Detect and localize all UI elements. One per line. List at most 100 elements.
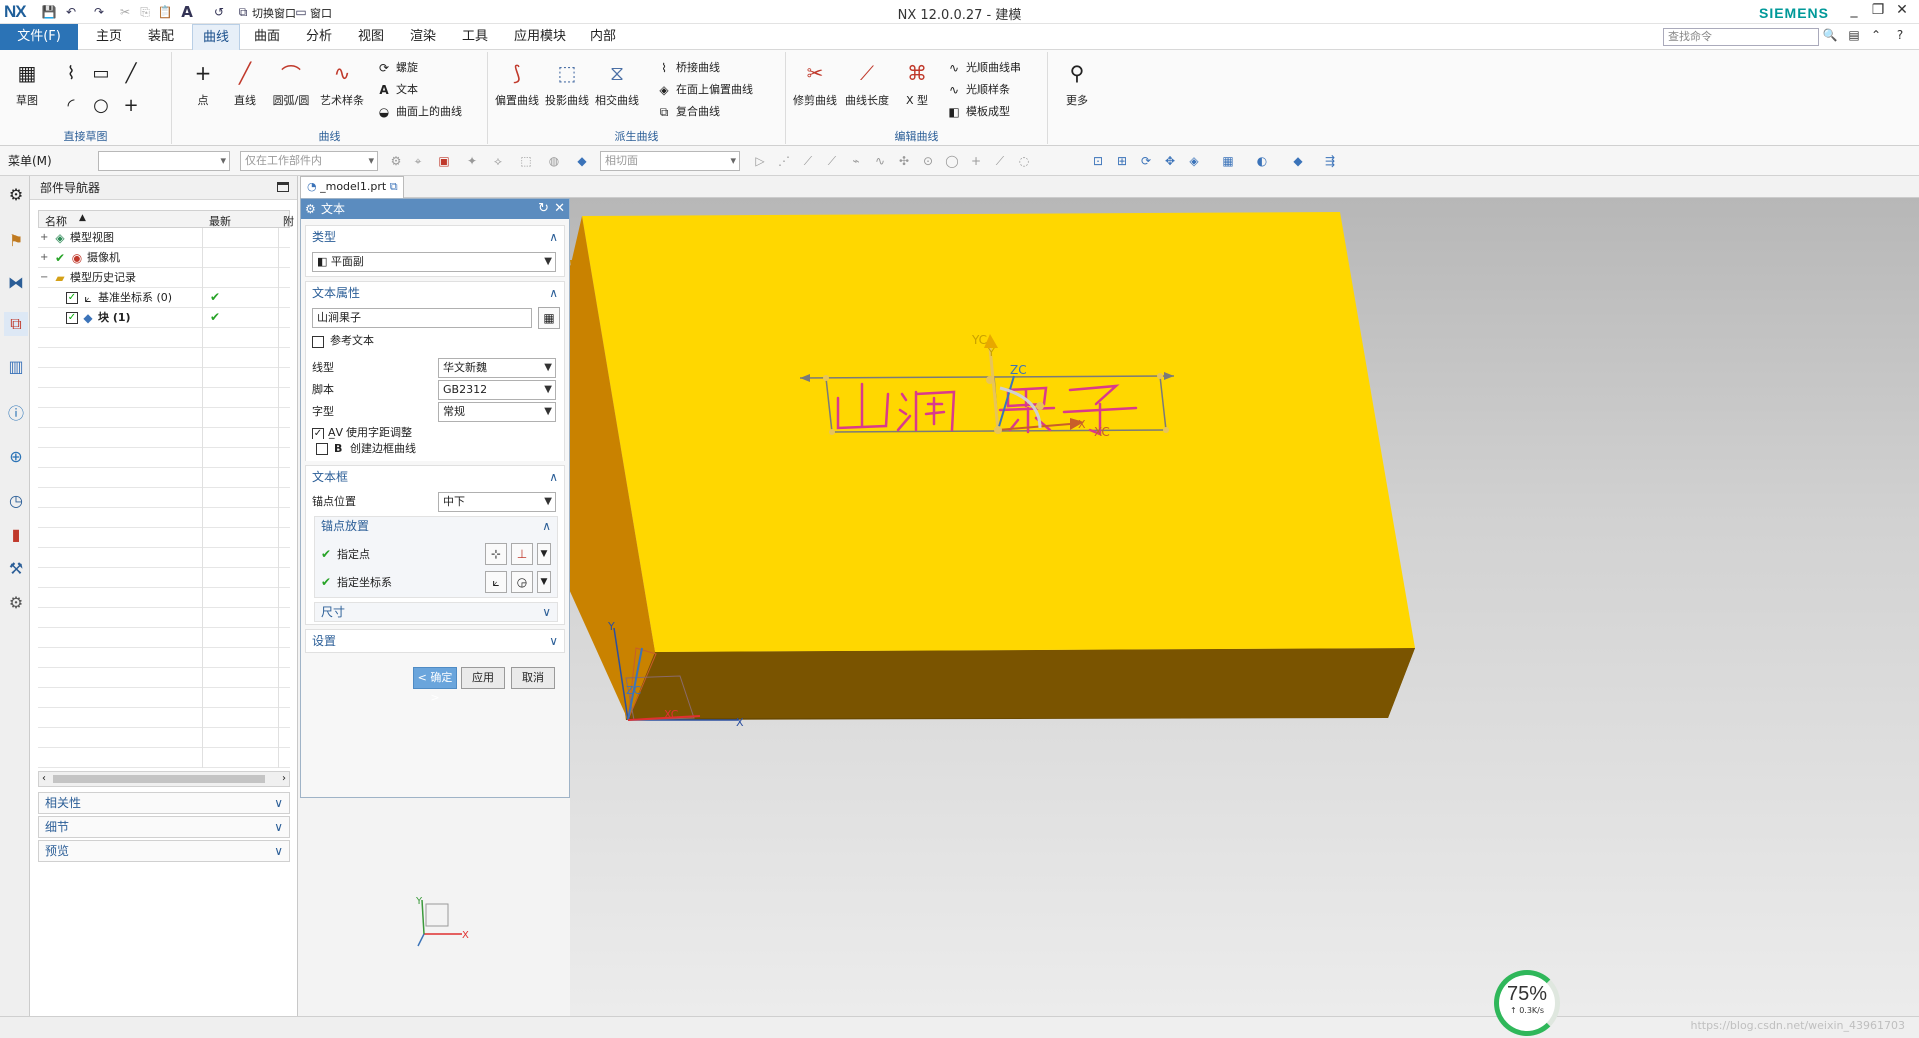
- column-latest[interactable]: 最新: [209, 213, 231, 229]
- performance-meter[interactable]: 75% ↑ 0.3K/s: [1494, 970, 1560, 1036]
- minimize-button[interactable]: _: [1843, 2, 1865, 22]
- column-extra[interactable]: 附: [283, 213, 294, 229]
- graphics-window[interactable]: YC Y ZC X XC ZC XC X Y: [570, 198, 1919, 1016]
- smooth-spline-button[interactable]: ∿ 光顺样条: [946, 80, 1010, 100]
- dynamic-csys-icon[interactable]: ◶: [511, 571, 533, 593]
- layer-icon[interactable]: ⇶: [1322, 153, 1338, 169]
- studio-spline-button[interactable]: ∿ 艺术样条: [314, 56, 370, 116]
- tree-row-model-views[interactable]: + ◈ 模型视图: [40, 228, 114, 248]
- sketch-button[interactable]: ▦ 草图: [4, 56, 50, 116]
- ok-button[interactable]: < 确定 >: [413, 667, 457, 704]
- tab-analysis[interactable]: 分析: [296, 24, 342, 50]
- offset-on-face-button[interactable]: ◈ 在面上偏置曲线: [656, 80, 753, 100]
- tab-model1[interactable]: ◔ _model1.prt ⧉ ✕: [300, 176, 404, 213]
- section-header[interactable]: 文本框 ∧: [306, 466, 564, 488]
- snap-end-icon[interactable]: ⋰: [776, 153, 792, 169]
- close-button[interactable]: ✕: [1891, 2, 1913, 22]
- reuse-library-icon[interactable]: ▥: [4, 354, 28, 378]
- subsection-header[interactable]: 锚点放置 ∧: [315, 517, 557, 535]
- reference-text-checkbox[interactable]: [312, 336, 324, 348]
- general-selection-icon[interactable]: ▣: [436, 153, 452, 169]
- tab-assembly[interactable]: 装配: [138, 24, 184, 50]
- dialog-close-icon[interactable]: ✕: [554, 199, 565, 219]
- body-icon[interactable]: ◆: [574, 153, 590, 169]
- rectangle-icon[interactable]: ▭: [88, 60, 114, 86]
- linetype-dropdown[interactable]: 华文新魏 ▼: [438, 358, 556, 378]
- snap-face-dropdown[interactable]: 相切面: [600, 151, 740, 171]
- snap-curve-icon[interactable]: ∿: [872, 153, 888, 169]
- curve-on-surface-button[interactable]: ◒ 曲面上的曲线: [376, 102, 462, 122]
- type-filter-dropdown[interactable]: [98, 151, 230, 171]
- cancel-button[interactable]: 取消: [511, 667, 555, 689]
- assembly-navigator-icon[interactable]: ⚑: [4, 228, 28, 252]
- sort-asc-icon[interactable]: ▲: [79, 213, 86, 223]
- tree-row-datum-csys[interactable]: ✓ ⟀ 基准坐标系 (0): [66, 288, 172, 308]
- snap-arrow-icon[interactable]: ▷: [752, 153, 768, 169]
- tab-home[interactable]: 主页: [86, 24, 132, 50]
- sketch-point-icon[interactable]: +: [118, 92, 144, 118]
- selection-scope-dropdown[interactable]: 仅在工作部件内: [240, 151, 378, 171]
- dialog-title-bar[interactable]: ⚙ 文本 ↻ ✕: [301, 199, 569, 219]
- snap-point-icon[interactable]: +: [968, 153, 984, 169]
- panel-details[interactable]: 细节 ∨: [38, 816, 290, 838]
- feature-icon[interactable]: ⟡: [490, 153, 506, 169]
- box-select-icon[interactable]: ⬚: [518, 153, 534, 169]
- viewport-canvas[interactable]: YC Y ZC X XC ZC XC X Y: [570, 198, 1919, 1016]
- offset-curve-button[interactable]: ⟆ 偏置曲线: [494, 56, 540, 116]
- snap-face-icon[interactable]: ◌: [1016, 153, 1032, 169]
- panel-preview[interactable]: 预览 ∨: [38, 840, 290, 862]
- system-materials-icon[interactable]: ▮: [4, 522, 28, 546]
- point-dialog-icon[interactable]: ⊹: [485, 543, 507, 565]
- scroll-right-icon[interactable]: ›: [282, 772, 286, 786]
- template-shape-button[interactable]: ◧ 模板成型: [946, 102, 1010, 122]
- view-orient-icon[interactable]: ◈: [1186, 153, 1202, 169]
- section-settings[interactable]: 设置 ∨: [305, 629, 565, 653]
- web-browser-icon[interactable]: ⊕: [4, 444, 28, 468]
- history-icon[interactable]: ◷: [4, 488, 28, 512]
- csys-dialog-icon[interactable]: ⟀: [485, 571, 507, 593]
- text-button[interactable]: A 文本: [376, 80, 418, 100]
- point-options-icon[interactable]: ▼: [537, 543, 551, 565]
- project-curve-button[interactable]: ⬚ 投影曲线: [544, 56, 590, 116]
- visibility-checkbox[interactable]: ✓: [66, 312, 78, 324]
- snap-quadrant-icon[interactable]: ◯: [944, 153, 960, 169]
- select-intent-icon[interactable]: ✦: [464, 153, 480, 169]
- tab-curve[interactable]: 曲线: [192, 24, 241, 50]
- tab-application[interactable]: 应用模块: [504, 24, 576, 50]
- helix-button[interactable]: ⟳ 螺旋: [376, 58, 418, 78]
- profile-icon[interactable]: ⌇: [58, 60, 84, 86]
- select-all-icon[interactable]: ⌖: [410, 153, 426, 169]
- main-menu-button[interactable]: 菜单(M): [8, 152, 52, 169]
- tree-row-cameras[interactable]: + ✔ ◉ 摄像机: [40, 248, 120, 268]
- bridge-curve-button[interactable]: ⌇ 桥接曲线: [656, 58, 720, 78]
- tab-view[interactable]: 视图: [348, 24, 394, 50]
- maximize-icon[interactable]: [277, 182, 289, 192]
- trim-curve-button[interactable]: ✂ 修剪曲线: [792, 56, 838, 116]
- tab-surface[interactable]: 曲面: [244, 24, 290, 50]
- line-button[interactable]: ╱ 直线: [222, 56, 268, 116]
- more-button[interactable]: ⚲ 更多: [1054, 56, 1100, 116]
- composite-curve-button[interactable]: ⧉ 复合曲线: [656, 102, 720, 122]
- point-button[interactable]: + 点: [180, 56, 226, 116]
- constraint-navigator-icon[interactable]: ⧓: [4, 270, 28, 294]
- pan-icon[interactable]: ✥: [1162, 153, 1178, 169]
- tab-render[interactable]: 渲染: [400, 24, 446, 50]
- face-icon[interactable]: ◍: [546, 153, 562, 169]
- expand-icon[interactable]: +: [40, 248, 50, 268]
- snap-point-on-curve-icon[interactable]: ⟋: [992, 153, 1008, 169]
- column-name[interactable]: 名称: [45, 213, 67, 229]
- csys-options-icon[interactable]: ▼: [537, 571, 551, 593]
- help-icon[interactable]: ?: [1891, 28, 1909, 46]
- sketch-line-icon[interactable]: ╱: [118, 60, 144, 86]
- text-input[interactable]: 山涧果子: [312, 308, 532, 328]
- panel-dependencies[interactable]: 相关性 ∨: [38, 792, 290, 814]
- visibility-checkbox[interactable]: ✓: [66, 292, 78, 304]
- scroll-thumb[interactable]: [53, 775, 265, 783]
- section-header[interactable]: 设置 ∨: [306, 630, 564, 652]
- anchor-dropdown[interactable]: 中下 ▼: [438, 492, 556, 512]
- arc-circle-button[interactable]: ⌒ 圆弧/圆: [268, 56, 314, 116]
- scroll-left-icon[interactable]: ‹: [42, 772, 46, 786]
- roles-icon[interactable]: ⚙: [4, 590, 28, 614]
- visibility-icon[interactable]: ◆: [1290, 153, 1306, 169]
- snap-mid-icon[interactable]: ⟋: [800, 153, 816, 169]
